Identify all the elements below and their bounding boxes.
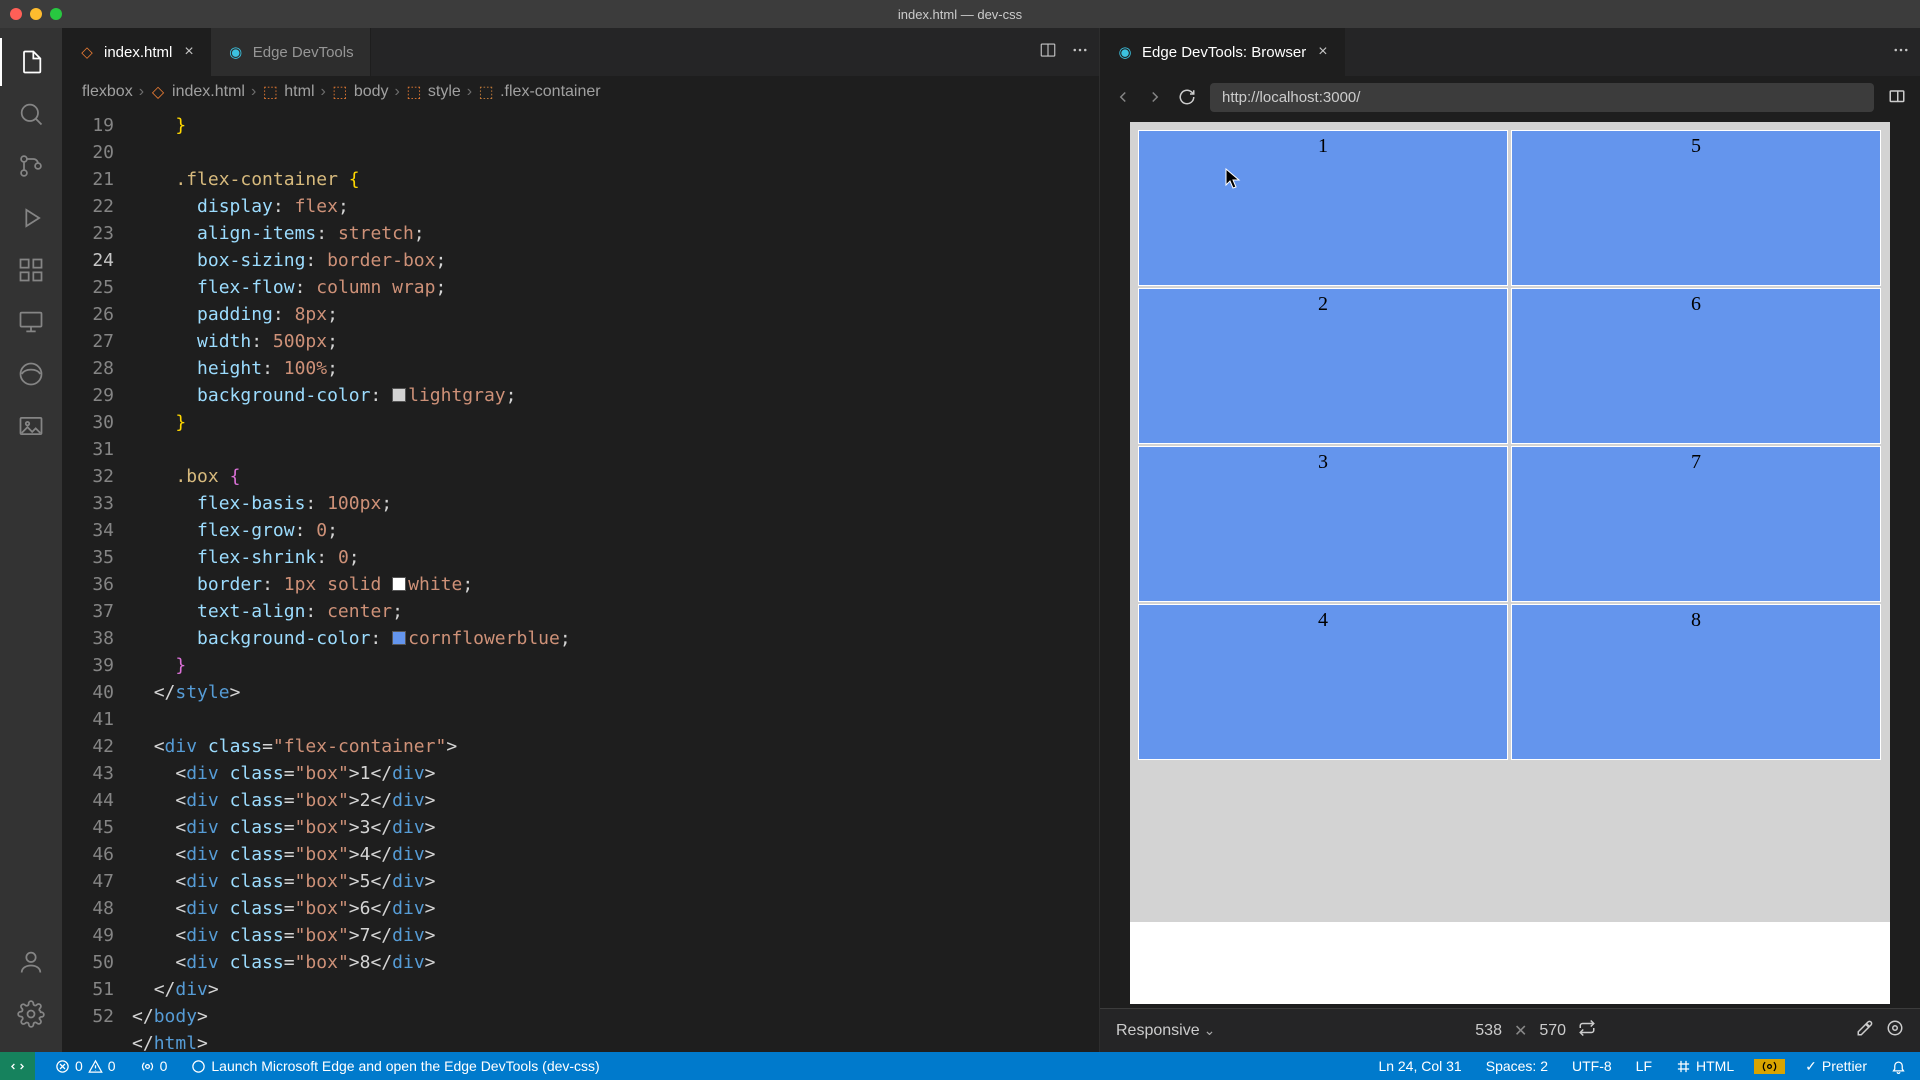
main: ◇ index.html × ◉ Edge DevTools flexbox ›… bbox=[0, 28, 1920, 1052]
window-title: index.html — dev-css bbox=[898, 7, 1022, 22]
account-icon[interactable] bbox=[7, 938, 55, 986]
code-content[interactable]: } .flex-container { display: flex; align… bbox=[132, 108, 1099, 1052]
tab-label: index.html bbox=[104, 44, 172, 61]
breadcrumb-style: ⬚style bbox=[406, 83, 461, 101]
editor-group: ◇ index.html × ◉ Edge DevTools flexbox ›… bbox=[62, 28, 1100, 1052]
go-live-indicator[interactable] bbox=[1754, 1059, 1785, 1074]
responsive-mode[interactable]: Responsive bbox=[1116, 1022, 1215, 1040]
breadcrumb-file: ◇index.html bbox=[150, 83, 245, 101]
window-controls bbox=[10, 8, 62, 20]
edge-icon: ◉ bbox=[1116, 43, 1134, 61]
activity-bar bbox=[0, 28, 62, 1052]
close-window-button[interactable] bbox=[10, 8, 22, 20]
preview-box: 3 bbox=[1138, 446, 1508, 602]
preview-box: 4 bbox=[1138, 604, 1508, 760]
preview-viewport: 1234 5678 bbox=[1100, 118, 1920, 1008]
edge-icon: ◉ bbox=[227, 43, 245, 61]
viewport-height[interactable]: 570 bbox=[1539, 1022, 1566, 1040]
encoding[interactable]: UTF-8 bbox=[1568, 1058, 1616, 1074]
close-icon[interactable]: × bbox=[184, 43, 193, 61]
preview-box: 2 bbox=[1138, 288, 1508, 444]
preview-box: 6 bbox=[1511, 288, 1881, 444]
edge-tools-icon[interactable] bbox=[7, 350, 55, 398]
preview-box: 5 bbox=[1511, 130, 1881, 286]
inspect-icon[interactable] bbox=[1886, 1019, 1904, 1042]
titlebar: index.html — dev-css bbox=[0, 0, 1920, 28]
maximize-window-button[interactable] bbox=[50, 8, 62, 20]
remote-explorer-icon[interactable] bbox=[7, 298, 55, 346]
forward-icon[interactable] bbox=[1146, 88, 1164, 106]
rendered-page[interactable]: 1234 5678 bbox=[1130, 122, 1890, 1004]
tab-edge-browser[interactable]: ◉ Edge DevTools: Browser × bbox=[1100, 28, 1345, 76]
tab-label: Edge DevTools: Browser bbox=[1142, 44, 1306, 61]
extensions-icon[interactable] bbox=[7, 246, 55, 294]
eol[interactable]: LF bbox=[1632, 1058, 1656, 1074]
chevron-right-icon: › bbox=[321, 83, 326, 101]
settings-icon[interactable] bbox=[7, 990, 55, 1038]
url-input[interactable]: http://localhost:3000/ bbox=[1210, 83, 1874, 112]
more-actions-icon[interactable] bbox=[1892, 41, 1910, 64]
x-icon: ✕ bbox=[1514, 1021, 1527, 1041]
breadcrumb[interactable]: flexbox › ◇index.html › ⬚html › ⬚body › … bbox=[62, 76, 1099, 108]
minimize-window-button[interactable] bbox=[30, 8, 42, 20]
breadcrumb-html: ⬚html bbox=[262, 83, 314, 101]
preview-box: 7 bbox=[1511, 446, 1881, 602]
eyedropper-icon[interactable] bbox=[1856, 1019, 1874, 1042]
code-editor[interactable]: 1920212223242526272829303132333435363738… bbox=[62, 108, 1099, 1052]
breadcrumb-body: ⬚body bbox=[332, 83, 389, 101]
ports-indicator[interactable]: 0 bbox=[136, 1052, 172, 1080]
tab-actions bbox=[1039, 28, 1089, 76]
explorer-icon[interactable] bbox=[7, 38, 55, 86]
chevron-right-icon: › bbox=[251, 83, 256, 101]
rotate-icon[interactable] bbox=[1578, 1019, 1596, 1042]
breadcrumb-selector: ⬚.flex-container bbox=[478, 83, 601, 101]
notifications-icon[interactable] bbox=[1887, 1059, 1910, 1074]
chevron-right-icon: › bbox=[139, 83, 144, 101]
remote-indicator[interactable] bbox=[0, 1052, 35, 1080]
chevron-right-icon: › bbox=[395, 83, 400, 101]
html-file-icon: ◇ bbox=[78, 43, 96, 61]
reload-icon[interactable] bbox=[1178, 88, 1196, 106]
preview-footer: Responsive 538 ✕ 570 bbox=[1100, 1008, 1920, 1052]
status-message[interactable]: Launch Microsoft Edge and open the Edge … bbox=[187, 1052, 603, 1080]
back-icon[interactable] bbox=[1114, 88, 1132, 106]
line-numbers: 1920212223242526272829303132333435363738… bbox=[62, 108, 132, 1052]
more-actions-icon[interactable] bbox=[1071, 41, 1089, 64]
indentation[interactable]: Spaces: 2 bbox=[1482, 1058, 1552, 1074]
cursor-position[interactable]: Ln 24, Col 31 bbox=[1374, 1058, 1465, 1074]
preview-box: 8 bbox=[1511, 604, 1881, 760]
run-debug-icon[interactable] bbox=[7, 194, 55, 242]
viewport-width[interactable]: 538 bbox=[1475, 1022, 1502, 1040]
source-control-icon[interactable] bbox=[7, 142, 55, 190]
language-mode[interactable]: HTML bbox=[1672, 1058, 1738, 1074]
tab-edge-devtools[interactable]: ◉ Edge DevTools bbox=[211, 28, 371, 76]
preview-tabs: ◉ Edge DevTools: Browser × bbox=[1100, 28, 1920, 76]
preview-panel: ◉ Edge DevTools: Browser × http://localh… bbox=[1100, 28, 1920, 1052]
status-bar: 0 0 0 Launch Microsoft Edge and open the… bbox=[0, 1052, 1920, 1080]
editor-tabs: ◇ index.html × ◉ Edge DevTools bbox=[62, 28, 1099, 76]
chevron-right-icon: › bbox=[467, 83, 472, 101]
open-devtools-icon[interactable] bbox=[1888, 88, 1906, 106]
problems-indicator[interactable]: 0 0 bbox=[51, 1052, 120, 1080]
images-icon[interactable] bbox=[7, 402, 55, 450]
tab-label: Edge DevTools bbox=[253, 44, 354, 61]
search-icon[interactable] bbox=[7, 90, 55, 138]
split-editor-icon[interactable] bbox=[1039, 41, 1057, 64]
prettier-status[interactable]: ✓Prettier bbox=[1801, 1058, 1871, 1075]
preview-box: 1 bbox=[1138, 130, 1508, 286]
preview-toolbar: http://localhost:3000/ bbox=[1100, 76, 1920, 118]
tab-index-html[interactable]: ◇ index.html × bbox=[62, 28, 211, 76]
breadcrumb-root: flexbox bbox=[82, 83, 133, 101]
close-icon[interactable]: × bbox=[1318, 43, 1327, 61]
